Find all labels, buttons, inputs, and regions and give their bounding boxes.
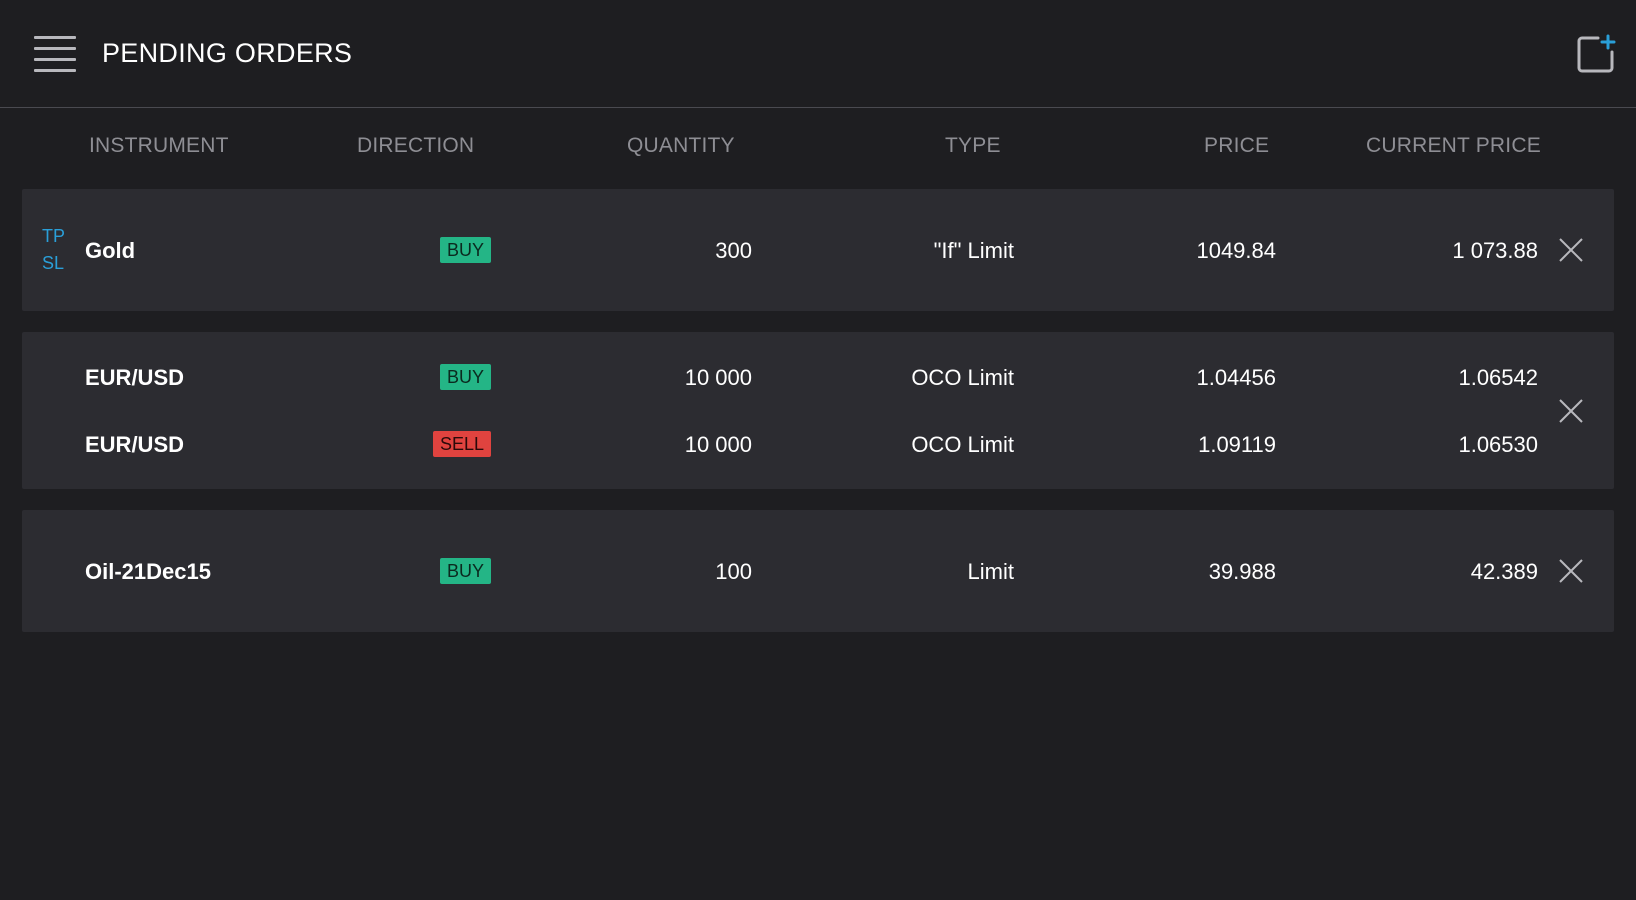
direction-badge-sell: SELL bbox=[432, 431, 491, 457]
current-price: 1.06530 bbox=[1458, 432, 1538, 457]
take-profit-label: TP bbox=[42, 226, 66, 246]
instrument-name: EUR/USD bbox=[85, 365, 185, 390]
order-type: "If" Limit bbox=[933, 238, 1014, 263]
column-header-price: PRICE bbox=[1204, 134, 1270, 157]
direction-badge-buy: BUY bbox=[439, 364, 491, 390]
instrument-name: EUR/USD bbox=[85, 432, 185, 457]
cancel-order-close-icon[interactable] bbox=[1556, 556, 1586, 586]
order-price: 1.09119 bbox=[1198, 432, 1276, 457]
column-header-current-price: CURRENT PRICE bbox=[1366, 134, 1541, 157]
direction-badge-buy: BUY bbox=[439, 558, 491, 584]
order-type: OCO Limit bbox=[911, 365, 1014, 390]
page-title: PENDING ORDERS bbox=[102, 38, 353, 68]
order-quantity: 10 000 bbox=[684, 432, 752, 457]
order-quantity: 100 bbox=[715, 559, 752, 584]
order-price: 1.04456 bbox=[1196, 365, 1276, 390]
column-header-direction: DIRECTION bbox=[357, 134, 475, 157]
column-header-type: TYPE bbox=[945, 134, 1001, 157]
instrument-name: Gold bbox=[85, 238, 136, 263]
order-card[interactable]: Oil-21Dec15 BUY 100 Limit 39.988 42.389 bbox=[22, 510, 1614, 632]
order-type: Limit bbox=[967, 559, 1014, 584]
current-price: 1 073.88 bbox=[1452, 238, 1538, 263]
order-card[interactable]: TP SL Gold BUY 300 "If" Limit 1049.84 1 … bbox=[22, 189, 1614, 311]
order-price: 39.988 bbox=[1208, 559, 1276, 584]
add-order-icon[interactable] bbox=[1576, 34, 1616, 74]
direction-badge-buy: BUY bbox=[439, 237, 491, 263]
current-price: 42.389 bbox=[1470, 559, 1538, 584]
order-quantity: 10 000 bbox=[684, 365, 752, 390]
app-header: PENDING ORDERS bbox=[0, 0, 1636, 108]
pending-orders-screen: PENDING ORDERS INSTRUMENT DIRECTION QUAN… bbox=[0, 0, 1636, 900]
column-header-quantity: QUANTITY bbox=[627, 134, 735, 157]
order-price: 1049.84 bbox=[1196, 238, 1276, 263]
cancel-order-close-icon[interactable] bbox=[1556, 396, 1586, 426]
current-price: 1.06542 bbox=[1458, 365, 1538, 390]
cancel-order-close-icon[interactable] bbox=[1556, 235, 1586, 265]
order-type: OCO Limit bbox=[911, 432, 1014, 457]
instrument-name: Oil-21Dec15 bbox=[85, 559, 211, 584]
column-header-instrument: INSTRUMENT bbox=[89, 134, 229, 157]
order-quantity: 300 bbox=[715, 238, 752, 263]
hamburger-menu-icon[interactable] bbox=[34, 36, 76, 72]
order-card[interactable]: EUR/USD BUY 10 000 OCO Limit 1.04456 1.0… bbox=[22, 332, 1614, 489]
stop-loss-label: SL bbox=[42, 253, 65, 273]
